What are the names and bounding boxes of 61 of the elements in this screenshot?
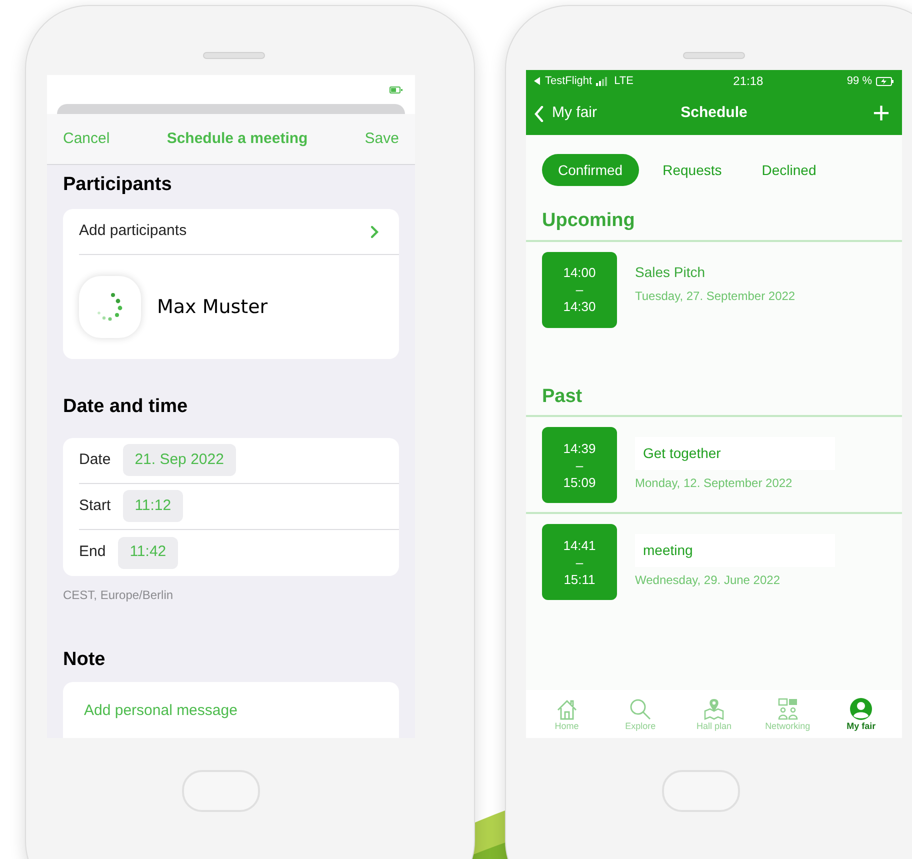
screen-title: Schedule a meeting <box>166 128 308 149</box>
cancel-button[interactable]: Cancel <box>63 128 110 150</box>
person-icon <box>849 696 874 720</box>
timezone-label: CEST, Europe/Berlin <box>63 586 174 604</box>
tab-bar-item[interactable]: My fair <box>826 696 896 732</box>
meeting-date: Monday, 12. September 2022 <box>635 475 794 492</box>
time-separator: – <box>576 281 584 298</box>
participant-name: Max Muster <box>157 294 268 320</box>
battery-icon <box>389 86 403 94</box>
value-picker[interactable]: 11:12 <box>122 490 184 522</box>
end-time: 15:11 <box>564 570 596 588</box>
field-label: Start <box>79 496 111 516</box>
section-heading: Past <box>541 384 584 408</box>
start-time: 14:00 <box>563 264 596 281</box>
screen-title: Schedule <box>680 103 748 124</box>
meeting-title: Get together <box>635 437 835 470</box>
end-time: 14:30 <box>563 298 596 315</box>
value-picker[interactable]: 21. Sep 2022 <box>122 444 236 476</box>
value-picker[interactable]: 11:42 <box>118 536 178 568</box>
meeting-date: Tuesday, 27. September 2022 <box>635 288 796 304</box>
tab-bar-item[interactable]: Home <box>532 696 602 732</box>
back-button[interactable]: My fair <box>534 102 644 125</box>
section-heading: Date and time <box>63 395 189 419</box>
back-triangle-icon <box>534 77 541 85</box>
people-chat-icon <box>776 696 800 720</box>
filter-tab[interactable]: Declined <box>746 154 832 186</box>
search-icon <box>628 696 652 720</box>
row-label: Add participants <box>79 221 187 242</box>
end-time: 15:09 <box>563 474 596 490</box>
chevron-right-icon <box>370 224 379 238</box>
carrier-label: TestFlight <box>545 74 592 89</box>
tab-bar-item[interactable]: Networking <box>752 696 823 732</box>
map-pin-icon <box>702 696 726 720</box>
time-separator: – <box>576 456 584 474</box>
battery-percent: 99 % <box>846 74 872 89</box>
tab-bar-item[interactable]: Hall plan <box>678 696 749 732</box>
network-label: LTE <box>614 74 634 89</box>
message-input-field[interactable]: Add personal message <box>63 682 399 738</box>
section-heading: Participants <box>63 172 173 196</box>
add-button[interactable]: + <box>784 98 894 128</box>
meeting-date: Wednesday, 29. June 2022 <box>635 572 781 589</box>
start-time: 14:39 <box>563 440 596 456</box>
time-separator: – <box>576 554 584 570</box>
loading-spinner-icon <box>95 292 125 322</box>
save-button[interactable]: Save <box>364 128 399 150</box>
chevron-left-icon <box>534 106 544 122</box>
section-heading: Upcoming <box>541 209 636 233</box>
battery-charging-icon <box>876 76 894 86</box>
meeting-title: Sales Pitch <box>635 262 706 282</box>
add-participants-row[interactable]: Add participants <box>79 209 399 255</box>
speaker-slot <box>203 52 265 59</box>
field-label: Date <box>79 450 111 470</box>
section-heading: Note <box>63 648 106 672</box>
start-time: 14:41 <box>563 536 596 554</box>
speaker-slot <box>683 52 745 59</box>
tab-bar-item[interactable]: Explore <box>605 696 676 732</box>
meeting-title: meeting <box>635 534 835 567</box>
filter-tab[interactable]: Requests <box>646 154 738 186</box>
filter-tab[interactable]: Confirmed <box>542 154 639 186</box>
clock-time: 21:18 <box>733 73 764 90</box>
field-label: End <box>79 542 106 562</box>
